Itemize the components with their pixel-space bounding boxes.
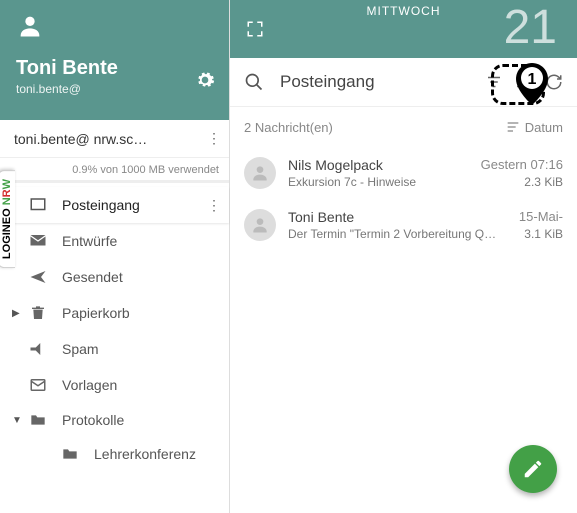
account-selector[interactable]: toni.bente@ nrw.sc… ⋮ — [0, 120, 229, 158]
avatar-icon — [244, 157, 276, 189]
folder-label: Papierkorb — [62, 305, 130, 321]
compose-button[interactable] — [509, 445, 557, 493]
trash-icon — [26, 304, 50, 322]
chevron-down-icon[interactable]: ▼ — [12, 415, 26, 426]
message-sender: Nils Mogelpack — [288, 157, 481, 173]
sort-button[interactable]: Datum — [505, 119, 563, 135]
message-date: 15-Mai- — [519, 209, 563, 225]
avatar-icon — [16, 12, 44, 40]
folder-trash[interactable]: ▶ Papierkorb — [0, 295, 229, 331]
gear-icon[interactable] — [195, 70, 215, 90]
folder-label: Vorlagen — [62, 377, 117, 393]
sidetab-text: LOGINEO NRW — [1, 179, 13, 259]
day-number: 21 — [504, 0, 557, 55]
message-date: Gestern 07:16 — [481, 157, 563, 173]
logineo-tab[interactable]: LOGINEO NRW — [0, 170, 15, 268]
avatar-icon — [244, 209, 276, 241]
tutorial-callout: 1 — [491, 64, 545, 105]
folder-sent[interactable]: Gesendet — [0, 259, 229, 295]
folder-inbox[interactable]: Posteingang ⋮ — [0, 187, 229, 223]
inbox-icon — [26, 196, 50, 214]
folder-label: Spam — [62, 341, 99, 357]
folder-label: Lehrerkonferenz — [94, 446, 196, 462]
folder-label: Gesendet — [62, 269, 123, 285]
fullscreen-icon[interactable] — [246, 20, 264, 38]
message-size: 3.1 KiB — [524, 227, 563, 241]
search-icon[interactable] — [244, 72, 264, 92]
message-size: 2.3 KiB — [524, 175, 563, 189]
message-item[interactable]: Toni Bente15-Mai- Der Termin "Termin 2 V… — [244, 199, 563, 251]
message-subject: Der Termin "Termin 2 Vorbereitung Q… — [288, 227, 516, 241]
account-email: toni.bente@ nrw.sc… — [14, 131, 147, 147]
user-name: Toni Bente — [16, 57, 213, 80]
pencil-icon — [522, 458, 544, 480]
message-sender: Toni Bente — [288, 209, 519, 225]
chevron-right-icon[interactable]: ▶ — [12, 308, 26, 319]
message-item[interactable]: Nils MogelpackGestern 07:16 Exkursion 7c… — [244, 147, 563, 199]
sort-label: Datum — [525, 120, 563, 135]
templates-icon — [26, 376, 50, 394]
folder-icon — [58, 446, 82, 462]
spam-icon — [26, 340, 50, 358]
folder-templates[interactable]: Vorlagen — [0, 367, 229, 403]
folder-protocols[interactable]: ▼ Protokolle — [0, 403, 229, 437]
search-title[interactable]: Posteingang — [280, 72, 475, 92]
user-email: toni.bente@ — [16, 82, 213, 96]
folder-menu-icon[interactable]: ⋮ — [207, 197, 221, 214]
svg-text:1: 1 — [528, 71, 537, 88]
folder-label: Protokolle — [62, 412, 124, 428]
drafts-icon — [26, 232, 50, 250]
folder-label: Posteingang — [62, 197, 140, 213]
message-count: 2 Nachricht(en) — [244, 120, 333, 135]
folder-drafts[interactable]: Entwürfe — [0, 223, 229, 259]
message-subject: Exkursion 7c - Hinweise — [288, 175, 516, 189]
account-menu-icon[interactable]: ⋮ — [207, 130, 221, 147]
folder-teacher-conference[interactable]: Lehrerkonferenz — [0, 437, 229, 471]
folder-label: Entwürfe — [62, 233, 117, 249]
day-label: MITTWOCH — [367, 4, 441, 18]
folder-icon — [26, 412, 50, 428]
sent-icon — [26, 268, 50, 286]
folder-spam[interactable]: Spam — [0, 331, 229, 367]
marker-icon: 1 — [516, 63, 548, 105]
sort-icon — [505, 119, 521, 135]
quota-text: 0.9% von 1000 MB verwendet — [0, 158, 229, 180]
